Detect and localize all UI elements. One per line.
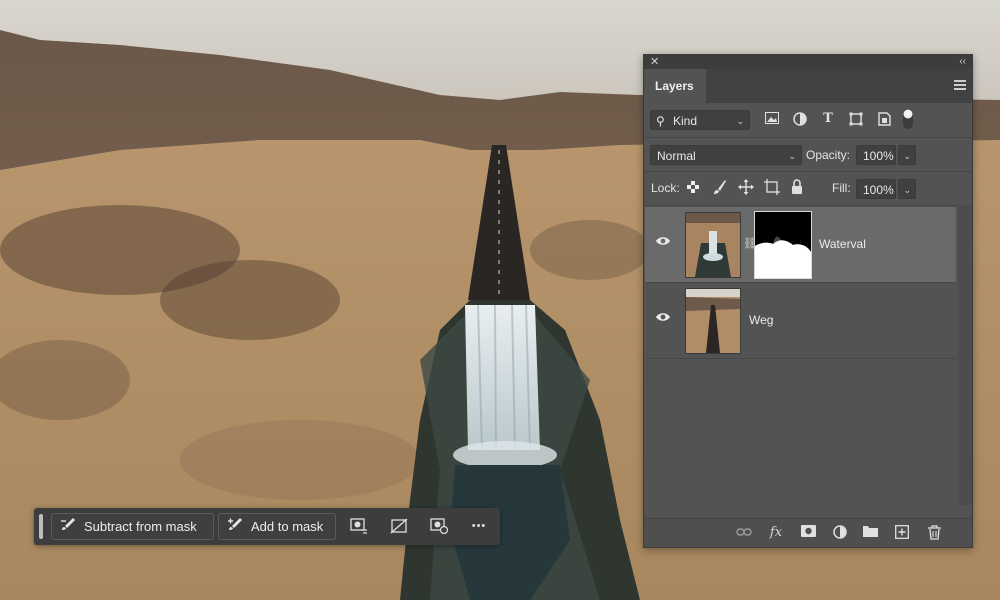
link-layers-icon[interactable] [736, 525, 752, 541]
layer-name: Weg [749, 313, 774, 327]
opacity-dropdown[interactable]: ⌄ [898, 145, 916, 165]
fill-label: Fill: [832, 181, 851, 195]
filter-row: ⚲ Kind ⌄ T [644, 103, 972, 135]
filter-toggle-icon[interactable] [902, 108, 914, 134]
blend-mode-value: Normal [657, 149, 696, 163]
subtract-from-mask-button[interactable]: Subtract from mask [51, 513, 214, 540]
lock-row: Lock: Fill: 100% ⌄ [644, 172, 972, 204]
eye-icon[interactable] [655, 311, 671, 323]
layer-style-icon[interactable]: fx [768, 525, 784, 541]
eye-icon[interactable] [655, 235, 671, 247]
panel-tab-row: Layers [644, 69, 972, 103]
delete-layer-icon[interactable] [926, 525, 942, 541]
contextual-task-bar: Subtract from mask Add to mask ••• [34, 508, 500, 545]
mask-options-icon[interactable] [350, 518, 368, 534]
close-icon[interactable]: ✕ [650, 55, 659, 69]
fill-input[interactable]: 100% [856, 179, 896, 199]
smart-object-filter-icon[interactable] [876, 112, 892, 130]
shape-filter-icon[interactable] [848, 112, 864, 130]
layer-name: Waterval [819, 237, 866, 251]
adjustment-layer-icon[interactable] [832, 525, 848, 541]
layer-row-waterval[interactable]: ⛓ Waterval [645, 207, 956, 283]
panel-menu-icon[interactable] [954, 80, 966, 90]
lock-image-pixels-icon[interactable] [712, 179, 728, 199]
layer-thumbnail[interactable] [685, 212, 741, 278]
chevron-down-icon: ⌄ [903, 185, 911, 195]
adjustment-filter-icon[interactable] [792, 112, 808, 130]
brush-plus-icon [228, 514, 244, 540]
brush-minus-icon [61, 514, 77, 540]
layers-panel: ✕ ‹‹ Layers ⚲ Kind ⌄ T Normal ⌄ Opacity:… [643, 54, 973, 548]
chevron-down-icon: ⌄ [903, 151, 911, 161]
filter-kind-dropdown[interactable]: ⚲ Kind ⌄ [650, 110, 750, 130]
lock-label: Lock: [651, 181, 680, 195]
opacity-input[interactable]: 100% [856, 145, 896, 165]
filter-kind-label: Kind [673, 114, 698, 128]
panel-titlebar: ✕ ‹‹ [644, 55, 972, 69]
lock-all-icon[interactable] [790, 179, 804, 198]
disable-mask-icon[interactable] [390, 518, 408, 534]
pixel-filter-icon[interactable] [764, 112, 780, 128]
chevron-down-icon: ⌄ [736, 116, 744, 126]
subtract-from-mask-label: Subtract from mask [84, 519, 197, 534]
add-mask-icon[interactable] [800, 525, 816, 541]
fill-dropdown[interactable]: ⌄ [898, 179, 916, 199]
lock-artboard-icon[interactable] [764, 179, 780, 199]
layer-thumbnail[interactable] [685, 288, 741, 354]
new-layer-icon[interactable] [894, 525, 910, 541]
new-group-icon[interactable] [862, 525, 878, 541]
layer-mask-thumbnail[interactable] [754, 211, 812, 279]
blend-mode-dropdown[interactable]: Normal ⌄ [650, 145, 802, 165]
blend-row: Normal ⌄ Opacity: 100% ⌄ [644, 138, 972, 170]
layer-row-weg[interactable]: Weg [645, 283, 956, 359]
add-to-mask-button[interactable]: Add to mask [218, 513, 336, 540]
type-filter-icon[interactable]: T [820, 111, 836, 127]
layers-scrollbar[interactable] [958, 205, 972, 505]
tab-layers[interactable]: Layers [644, 69, 706, 103]
more-options-button[interactable]: ••• [470, 518, 488, 534]
collapse-icon[interactable]: ‹‹ [959, 55, 966, 69]
add-to-mask-label: Add to mask [251, 519, 324, 534]
search-icon: ⚲ [656, 114, 665, 128]
layers-footer: fx [644, 518, 972, 547]
lock-position-icon[interactable] [738, 179, 754, 199]
opacity-label: Opacity: [806, 148, 851, 162]
chevron-down-icon: ⌄ [788, 151, 796, 161]
drag-handle[interactable] [39, 514, 43, 539]
lock-transparent-pixels-icon[interactable] [686, 181, 700, 197]
invert-mask-icon[interactable] [430, 518, 449, 535]
